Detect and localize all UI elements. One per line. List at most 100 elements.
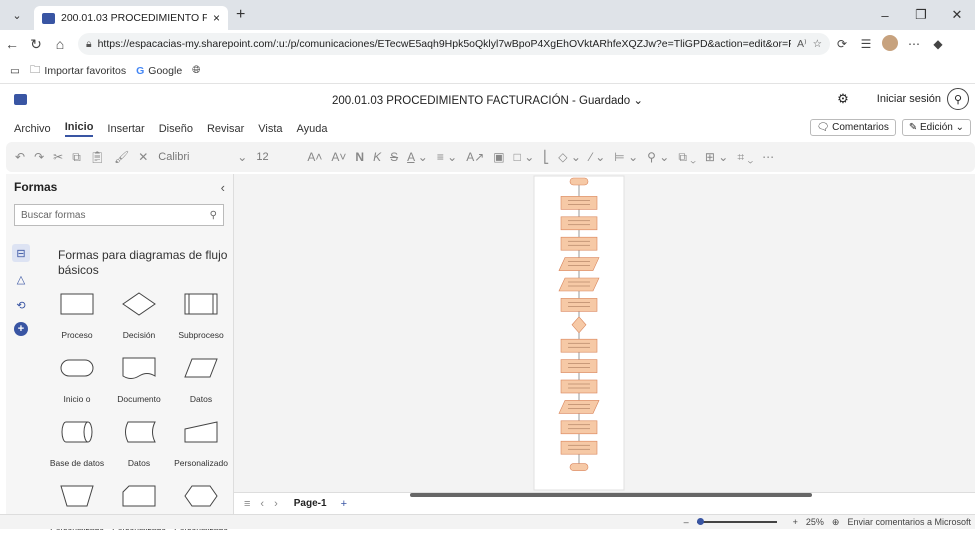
shape-custom-2[interactable]: Personalizado xyxy=(46,480,108,540)
favorite-star-icon[interactable]: ☆ xyxy=(813,38,822,50)
tab-inicio[interactable]: Inicio xyxy=(64,121,94,137)
horizontal-scrollbar[interactable] xyxy=(410,493,812,497)
tab-insertar[interactable]: Insertar xyxy=(107,123,144,135)
tab-vista[interactable]: Vista xyxy=(258,123,282,135)
cut-icon[interactable]: ✂ xyxy=(53,150,63,164)
settings-gear-icon[interactable]: ⚙ xyxy=(837,91,849,107)
close-window-icon[interactable]: ✕ xyxy=(939,7,975,23)
edit-mode-button[interactable]: ✎ Edición ⌄ xyxy=(901,119,971,136)
flow-shape-process[interactable] xyxy=(560,338,598,353)
arrange-icon[interactable]: ⚲ ⌄ xyxy=(647,150,669,164)
flowchart-stencil-icon[interactable]: ⊟ xyxy=(12,244,30,262)
flowchart-diagram[interactable] xyxy=(234,174,975,492)
site-info-icon[interactable]: 🔒︎ xyxy=(86,38,92,51)
browser-tab[interactable]: 200.01.03 PROCEDIMIENTO FACTI × xyxy=(34,6,228,30)
tab-close-icon[interactable]: × xyxy=(213,11,220,25)
shape-stored-data[interactable]: Datos xyxy=(108,416,170,476)
shape-custom-1[interactable]: Personalizado xyxy=(170,416,232,476)
back-icon[interactable]: ← xyxy=(0,36,24,52)
layers-icon[interactable]: ⌗ ⌄ xyxy=(737,150,753,165)
new-tab-button[interactable]: + xyxy=(236,6,245,24)
zoom-out-icon[interactable]: – xyxy=(684,517,689,527)
feedback-link[interactable]: Enviar comentarios a Microsoft xyxy=(847,517,971,527)
flow-shape-process[interactable] xyxy=(560,196,598,210)
flow-shape-process[interactable] xyxy=(560,298,598,312)
refresh-icon[interactable]: ↻ xyxy=(24,36,48,53)
shape-data[interactable]: Datos xyxy=(170,352,232,412)
paste-icon[interactable]: 📋︎ xyxy=(90,150,105,164)
flow-shape-data[interactable] xyxy=(558,277,600,292)
sidebar-toggle-icon[interactable]: ▭ xyxy=(10,65,20,77)
shape-icon[interactable]: □ ⌄ xyxy=(514,150,535,164)
signin-link[interactable]: Iniciar sesión xyxy=(877,93,941,105)
fav-import[interactable]: 🗀︎ Importar favoritos xyxy=(30,62,126,80)
bold-icon[interactable]: N xyxy=(355,150,364,164)
cycle-stencil-icon[interactable]: ⟲ xyxy=(12,296,30,314)
grow-font-icon[interactable]: A˄ xyxy=(307,150,322,164)
position-icon[interactable]: ⊨ ⌄ xyxy=(614,150,638,164)
flow-shape-process[interactable] xyxy=(560,420,598,435)
flow-shape-process[interactable] xyxy=(560,216,598,231)
shape-document[interactable]: Documento xyxy=(108,352,170,412)
shape-subprocess[interactable]: Subproceso xyxy=(170,288,232,348)
extensions-icon[interactable]: ⟳ xyxy=(830,37,854,51)
align-icon[interactable]: ≡ ⌄ xyxy=(437,150,457,164)
fill-icon[interactable]: ◇ ⌄ xyxy=(558,150,581,164)
line-icon[interactable]: ⁄ ⌄ xyxy=(590,150,605,164)
shape-custom-3[interactable]: Personalizado xyxy=(108,480,170,540)
fav-google[interactable]: G Google xyxy=(136,65,182,77)
flow-shape-start[interactable] xyxy=(569,177,589,186)
person-icon[interactable]: ⚲ xyxy=(947,88,969,110)
add-page-button[interactable]: + xyxy=(341,498,347,510)
shape-database[interactable]: Base de datos xyxy=(46,416,108,476)
copilot-icon[interactable]: ◆ xyxy=(926,37,950,51)
profile-avatar[interactable] xyxy=(878,34,902,54)
redo-icon[interactable]: ↷ xyxy=(34,150,44,164)
font-family-select[interactable]: Calibri xyxy=(158,151,228,163)
shape-custom-4[interactable]: Personalizado xyxy=(170,480,232,540)
font-size-select[interactable]: 12 xyxy=(256,151,298,163)
flow-shape-process[interactable] xyxy=(560,440,598,455)
shape-search-input[interactable]: Buscar formas ⚲ xyxy=(14,204,224,226)
bring-front-icon[interactable]: ⧉ ⌄ xyxy=(678,150,696,165)
search-icon[interactable]: ⚲ xyxy=(210,210,217,221)
next-page-icon[interactable]: › xyxy=(274,498,278,510)
undo-icon[interactable]: ↶ xyxy=(15,150,25,164)
flow-shape-process[interactable] xyxy=(560,236,598,251)
collapse-panel-icon[interactable]: ‹ xyxy=(221,180,225,195)
favorites-icon[interactable]: ☰ xyxy=(854,37,878,51)
shape-process[interactable]: Proceso xyxy=(46,288,108,348)
shape-start[interactable]: Inicio o xyxy=(46,352,108,412)
restore-icon[interactable]: ❐ xyxy=(903,7,939,23)
comments-button[interactable]: 🗨︎ Comentarios xyxy=(809,119,896,136)
flow-shape-process[interactable] xyxy=(560,379,598,394)
zoom-level[interactable]: 25% xyxy=(806,517,824,527)
connector-icon[interactable]: ⎣ xyxy=(543,150,549,164)
fit-page-icon[interactable]: ⊕ xyxy=(832,517,840,528)
tab-archivo[interactable]: Archivo xyxy=(14,123,51,135)
zoom-in-icon[interactable]: + xyxy=(793,517,798,527)
pages-menu-icon[interactable]: ≡ xyxy=(244,498,250,510)
font-color-icon[interactable]: A ⌄ xyxy=(407,150,428,164)
drawing-canvas[interactable] xyxy=(234,174,975,492)
document-title[interactable]: 200.01.03 PROCEDIMIENTO FACTURACIÓN - Gu… xyxy=(0,93,975,107)
copy-icon[interactable]: ⧉ xyxy=(72,150,81,165)
minimize-icon[interactable]: – xyxy=(867,8,903,23)
shape-decision[interactable]: Decisión xyxy=(108,288,170,348)
delete-icon[interactable]: ✕ xyxy=(138,150,148,164)
zoom-slider[interactable] xyxy=(696,518,777,525)
textbox-icon[interactable]: ▣ xyxy=(493,150,504,164)
flow-shape-data[interactable] xyxy=(558,400,600,414)
font-dropdown-icon[interactable]: ⌄ xyxy=(237,150,247,164)
url-field[interactable]: 🔒︎ https://espacacias-my.sharepoint.com/… xyxy=(78,33,830,55)
tab-diseno[interactable]: Diseño xyxy=(159,123,193,135)
flow-shape-process[interactable] xyxy=(560,359,598,373)
italic-icon[interactable]: K xyxy=(373,150,381,164)
prev-page-icon[interactable]: ‹ xyxy=(260,498,264,510)
basic-shapes-stencil-icon[interactable]: △ xyxy=(12,270,30,288)
more-options-icon[interactable]: ⋯ xyxy=(902,37,926,51)
page-tab[interactable]: Page-1 xyxy=(294,498,327,509)
more-ribbon-icon[interactable]: ⋯ xyxy=(762,150,774,164)
add-stencil-icon[interactable]: + xyxy=(14,322,28,336)
tab-revisar[interactable]: Revisar xyxy=(207,123,244,135)
